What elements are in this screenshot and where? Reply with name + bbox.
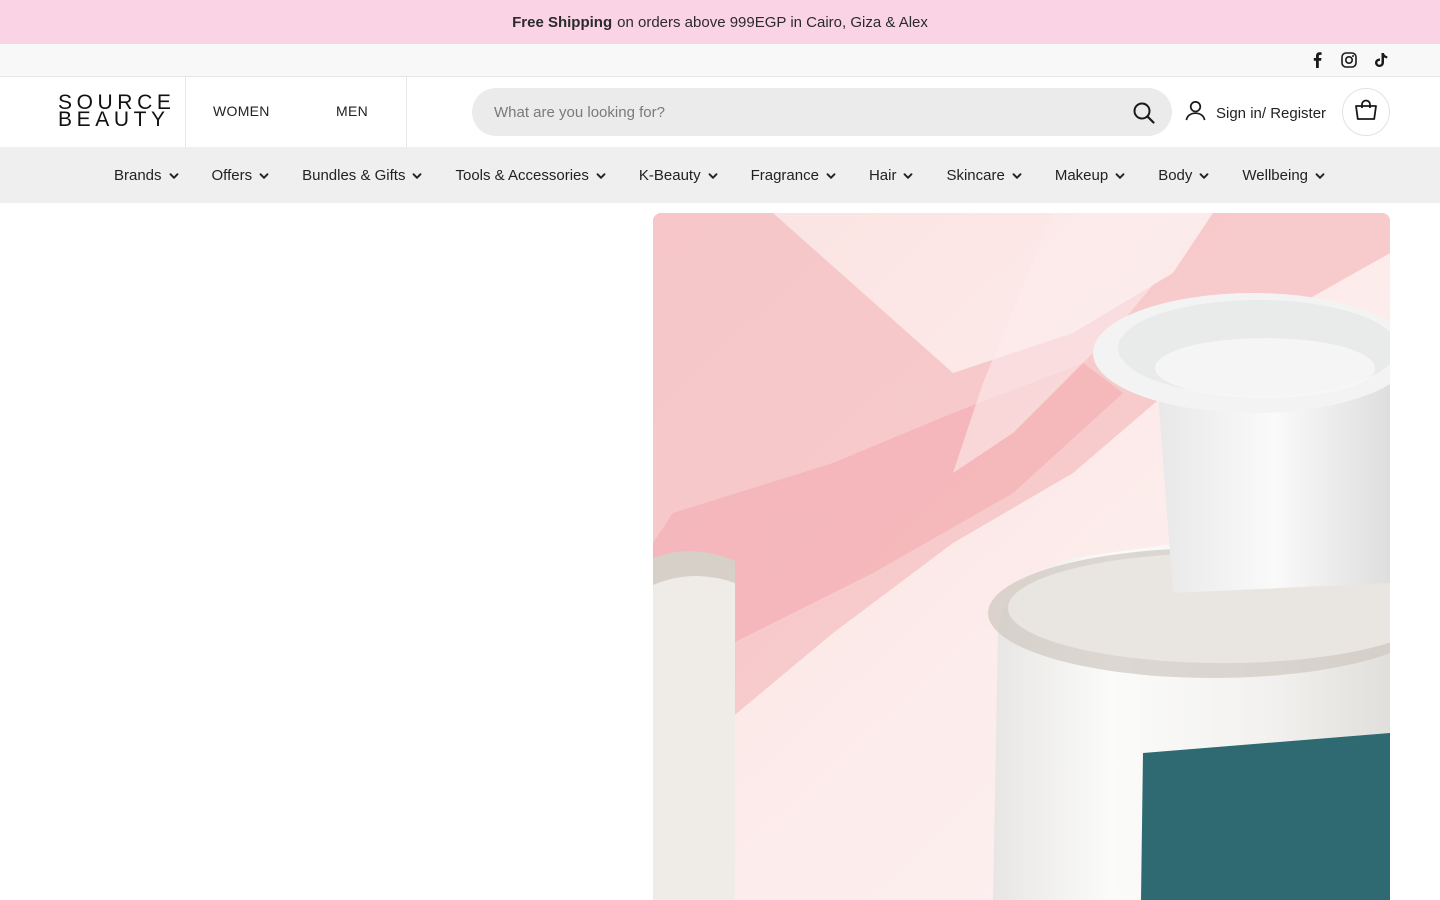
category-label: Tools & Accessories bbox=[455, 166, 589, 184]
user-icon bbox=[1184, 99, 1207, 127]
chevron-down-icon bbox=[411, 169, 423, 181]
category-label: K-Beauty bbox=[638, 166, 701, 184]
gender-men-link[interactable]: MEN bbox=[336, 103, 368, 119]
category-item[interactable]: Body bbox=[1142, 167, 1226, 184]
search-icon[interactable] bbox=[1132, 101, 1156, 125]
hero-banner-image[interactable] bbox=[653, 213, 1390, 900]
social-bar bbox=[0, 44, 1440, 77]
category-item[interactable]: Bundles & Gifts bbox=[286, 167, 439, 184]
category-item[interactable]: Brands bbox=[98, 167, 196, 184]
announcement-bar: Free Shipping on orders above 999EGP in … bbox=[0, 0, 1440, 44]
chevron-down-icon bbox=[902, 169, 914, 181]
category-item[interactable]: Wellbeing bbox=[1226, 167, 1342, 184]
instagram-icon[interactable] bbox=[1340, 51, 1358, 69]
chevron-down-icon bbox=[258, 169, 270, 181]
category-nav: Brands Offers Bundles & Gifts Tools & Acces… bbox=[0, 147, 1440, 203]
chevron-down-icon bbox=[825, 169, 837, 181]
social-icons bbox=[1308, 51, 1390, 69]
category-label: Fragrance bbox=[750, 166, 819, 184]
site-header: SOURCE BEAUTY WOMEN MEN Sign in/ Registe… bbox=[0, 77, 1440, 147]
chevron-down-icon bbox=[1198, 169, 1210, 181]
gender-women-link[interactable]: WOMEN bbox=[213, 103, 270, 119]
gender-switch: WOMEN MEN bbox=[185, 77, 407, 147]
category-label: Brands bbox=[113, 166, 162, 184]
category-label: Makeup bbox=[1054, 166, 1109, 184]
category-label: Wellbeing bbox=[1242, 166, 1309, 184]
logo-line-2: BEAUTY bbox=[58, 108, 170, 131]
category-item[interactable]: K-Beauty bbox=[623, 167, 735, 184]
category-label: Offers bbox=[211, 166, 253, 184]
chevron-down-icon bbox=[707, 169, 719, 181]
category-label: Hair bbox=[868, 166, 897, 184]
signin-label: Sign in/ Register bbox=[1216, 104, 1327, 122]
chevron-down-icon bbox=[1114, 169, 1126, 181]
category-item[interactable]: Tools & Accessories bbox=[439, 167, 622, 184]
category-label: Skincare bbox=[946, 166, 1005, 184]
category-item[interactable]: Fragrance bbox=[735, 167, 853, 184]
category-item[interactable]: Skincare bbox=[930, 167, 1038, 184]
tiktok-icon[interactable] bbox=[1372, 51, 1390, 69]
search-input[interactable] bbox=[494, 88, 1114, 136]
hero-product-photo bbox=[653, 213, 1390, 900]
announcement-text: on orders above 999EGP in Cairo, Giza & … bbox=[617, 13, 928, 31]
chevron-down-icon bbox=[168, 169, 180, 181]
category-item[interactable]: Hair bbox=[853, 167, 931, 184]
chevron-down-icon bbox=[595, 169, 607, 181]
signin-link[interactable]: Sign in/ Register bbox=[1184, 99, 1326, 127]
chevron-down-icon bbox=[1314, 169, 1326, 181]
shopping-bag-icon bbox=[1354, 99, 1378, 126]
category-label: Body bbox=[1158, 166, 1193, 184]
search-bar bbox=[472, 88, 1172, 136]
facebook-icon[interactable] bbox=[1308, 51, 1326, 69]
logo[interactable]: SOURCE BEAUTY bbox=[58, 92, 171, 131]
announcement-bold: Free Shipping bbox=[512, 13, 613, 31]
cart-button[interactable] bbox=[1342, 88, 1390, 136]
chevron-down-icon bbox=[1011, 169, 1023, 181]
category-label: Bundles & Gifts bbox=[302, 166, 406, 184]
category-item[interactable]: Makeup bbox=[1039, 167, 1142, 184]
category-item[interactable]: Offers bbox=[196, 167, 287, 184]
